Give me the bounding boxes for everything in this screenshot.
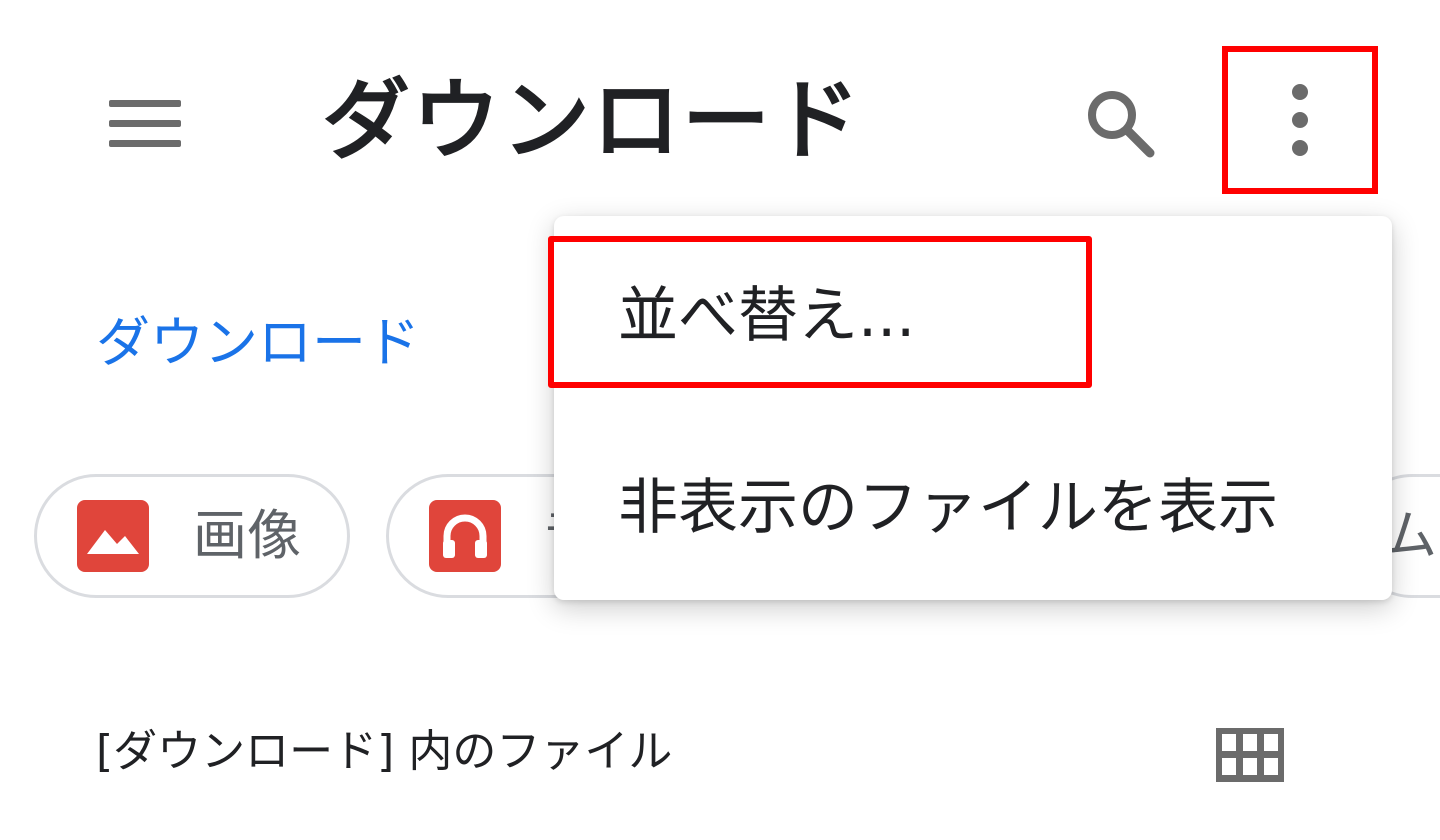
files-app-screen: ダウンロード ダウンロード 画像 ム [ダウンロード] 内のファイル 並べ替え.… — [0, 0, 1440, 840]
headphones-icon — [429, 500, 501, 572]
chip-images-label: 画像 — [193, 504, 301, 567]
hamburger-menu-icon — [109, 99, 181, 147]
search-button[interactable] — [1070, 78, 1170, 168]
app-bar: ダウンロード — [0, 0, 1440, 240]
chip-images[interactable]: 画像 — [34, 474, 350, 598]
search-icon — [1088, 91, 1155, 158]
menu-item-show-hidden-files[interactable]: 非表示のファイルを表示 — [554, 468, 1392, 568]
grid-view-icon — [1216, 728, 1284, 782]
image-icon — [77, 500, 149, 572]
section-title: [ダウンロード] 内のファイル — [96, 726, 673, 777]
grid-view-button[interactable] — [1200, 710, 1300, 800]
navigation-menu-button[interactable] — [90, 78, 200, 168]
breadcrumb-current-folder[interactable]: ダウンロード — [96, 308, 420, 378]
menu-item-sort[interactable]: 並べ替え... — [554, 276, 1392, 396]
app-title: ダウンロード — [322, 69, 863, 172]
more-vert-icon — [1292, 78, 1308, 162]
overflow-menu: 並べ替え... 非表示のファイルを表示 — [554, 216, 1392, 600]
more-options-button[interactable] — [1222, 46, 1378, 194]
